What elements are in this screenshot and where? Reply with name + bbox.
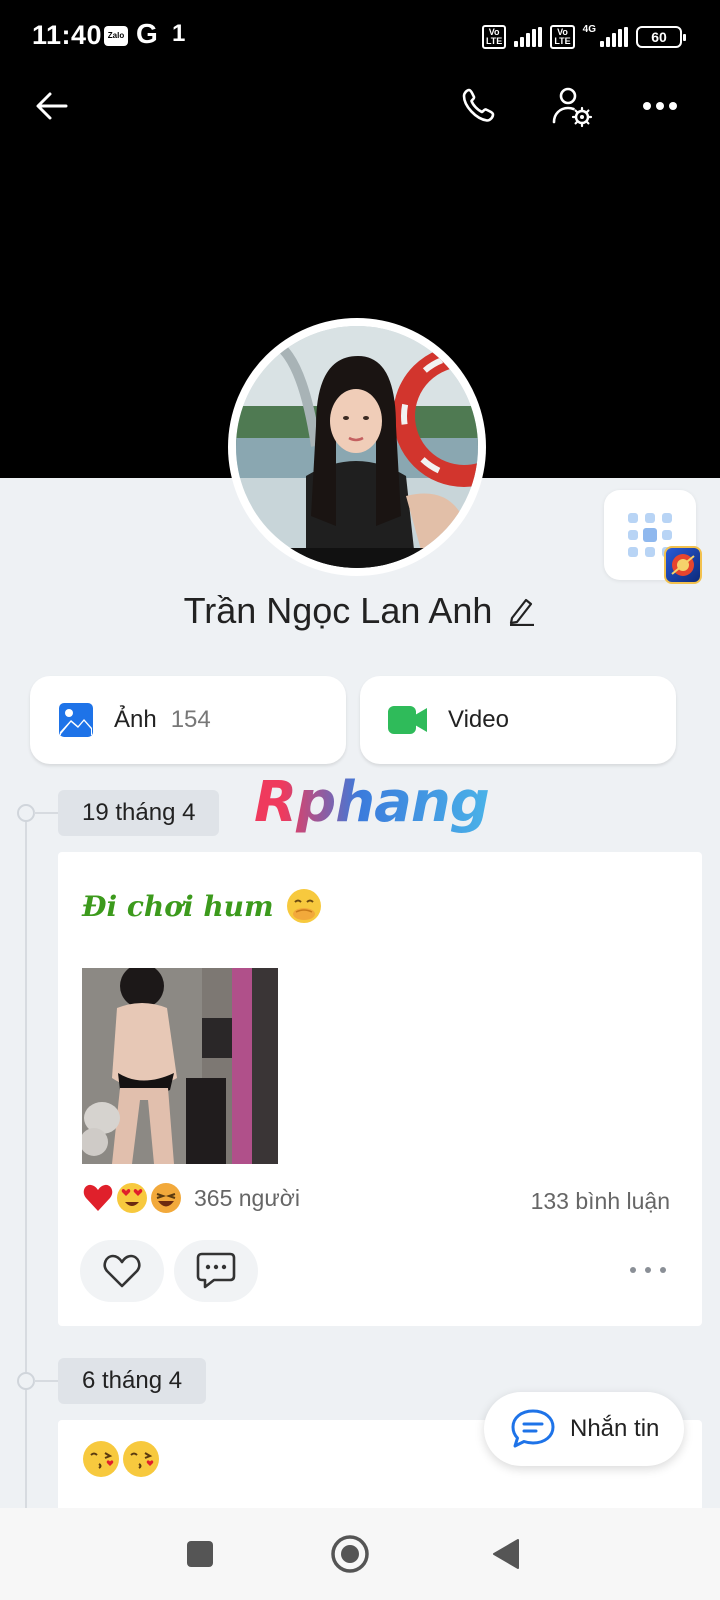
profile-name: Trần Ngọc Lan Anh	[183, 590, 493, 631]
dot	[645, 1267, 651, 1273]
top-navigation	[0, 78, 720, 142]
home-button[interactable]	[326, 1530, 374, 1578]
back-nav-button[interactable]	[482, 1530, 530, 1578]
volte-icon: Vo LTE	[481, 25, 507, 49]
back-triangle-icon	[493, 1539, 519, 1569]
game-badge-icon[interactable]	[664, 546, 702, 584]
status-time: 11:40	[32, 20, 103, 50]
reactions-row[interactable]: 365 người	[82, 1182, 300, 1214]
timeline-connector	[34, 812, 58, 814]
google-notification-icon: G	[136, 18, 158, 49]
photos-count: 154	[170, 706, 211, 733]
profile-avatar[interactable]	[228, 318, 486, 576]
post-emoji-row	[82, 1440, 160, 1478]
post-date-label: 6 tháng 4	[58, 1358, 207, 1404]
heart-icon	[103, 1254, 141, 1288]
post-photo[interactable]	[82, 968, 278, 1164]
laughing-reaction-icon	[150, 1182, 182, 1214]
image-icon	[59, 703, 93, 737]
avatar-photo	[236, 326, 478, 568]
photos-label: Ảnh	[114, 706, 157, 733]
zalo-notification-icon: Zalo	[104, 26, 128, 46]
profile-settings-button[interactable]	[544, 78, 600, 134]
more-horizontal-icon	[643, 102, 677, 110]
video-label: Video	[448, 706, 509, 733]
dot	[660, 1267, 666, 1273]
timeline-connector	[34, 1380, 58, 1382]
like-button[interactable]	[80, 1240, 164, 1302]
status-icons: Vo LTE Vo LTE 4G 60	[481, 22, 686, 52]
message-button[interactable]: Nhắn tin	[484, 1392, 684, 1466]
heart-reaction-icon	[82, 1182, 114, 1214]
network-type: 4G	[582, 23, 596, 35]
timeline-line	[25, 820, 27, 1520]
hand-over-mouth-emoji-icon	[286, 889, 321, 923]
system-navigation-bar	[0, 1508, 720, 1600]
comment-button[interactable]	[174, 1240, 258, 1302]
signal-icon-2	[600, 27, 628, 47]
edit-pencil-icon[interactable]	[508, 596, 536, 626]
call-button[interactable]	[452, 78, 508, 134]
message-icon	[511, 1409, 555, 1448]
kissing-emoji-icon	[123, 1441, 159, 1477]
timeline-dot	[17, 804, 35, 822]
timeline-dot	[17, 1372, 35, 1390]
comment-count[interactable]: 133 bình luận	[531, 1188, 670, 1215]
recents-button[interactable]	[176, 1530, 224, 1578]
heart-eyes-reaction-icon	[116, 1182, 148, 1214]
volte-icon-2: Vo LTE	[550, 25, 575, 49]
phone-icon	[462, 88, 495, 122]
signal-icon	[514, 27, 543, 47]
profile-name-row: Trần Ngọc Lan Anh	[0, 590, 720, 632]
dot	[630, 1267, 636, 1273]
reaction-count: 365 người	[194, 1184, 300, 1211]
circle-icon	[331, 1535, 369, 1573]
more-options-button[interactable]	[632, 78, 688, 134]
notification-count: 1	[172, 20, 186, 47]
back-button[interactable]	[24, 78, 80, 134]
kissing-emoji-icon	[83, 1441, 119, 1477]
back-arrow-icon	[36, 92, 68, 120]
user-settings-icon	[552, 87, 593, 128]
watermark: Rphang	[254, 770, 490, 835]
post-card[interactable]: Đi chơi hum 365 người 133 bình luận	[58, 852, 702, 1326]
post-date-label: 19 tháng 4	[58, 790, 220, 836]
status-bar: 11:40 Zalo G 1 Vo LTE Vo LTE 4G 60	[0, 0, 720, 72]
post-text-content: Đi chơi hum	[82, 889, 274, 923]
battery-icon: 60	[636, 26, 686, 48]
square-icon	[187, 1541, 213, 1567]
post-more-options-button[interactable]	[630, 1260, 666, 1280]
post-text: Đi chơi hum	[82, 888, 322, 924]
photos-card[interactable]: Ảnh 154	[30, 676, 346, 764]
message-button-label: Nhắn tin	[570, 1415, 660, 1442]
video-camera-icon	[388, 706, 427, 734]
video-card[interactable]: Video	[360, 676, 676, 764]
comment-icon	[196, 1252, 236, 1289]
